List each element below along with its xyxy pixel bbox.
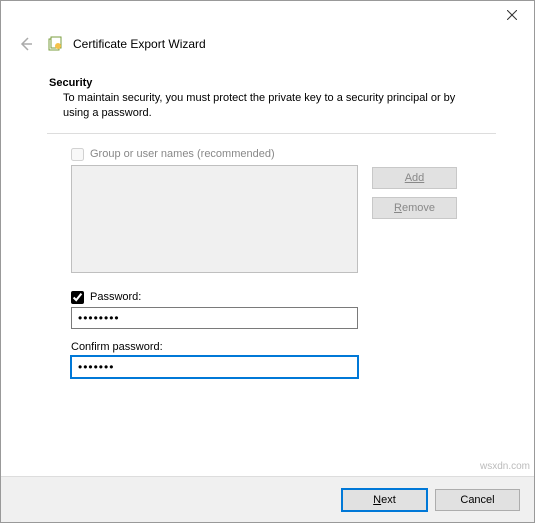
next-button[interactable]: Next — [342, 489, 427, 511]
wizard-title: Certificate Export Wizard — [73, 37, 206, 51]
group-names-checkbox[interactable] — [71, 148, 84, 161]
section-description: To maintain security, you must protect t… — [49, 91, 494, 121]
confirm-password-input[interactable] — [71, 356, 358, 378]
divider — [47, 133, 496, 134]
password-label: Password: — [90, 291, 141, 303]
password-input[interactable] — [71, 307, 358, 329]
remove-button: Remove — [372, 197, 457, 219]
confirm-password-label: Confirm password: — [71, 341, 494, 353]
password-checkbox[interactable] — [71, 291, 84, 304]
section-heading: Security — [49, 77, 494, 89]
close-button[interactable] — [489, 1, 534, 29]
back-arrow-icon — [17, 35, 35, 53]
watermark: wsxdn.com — [480, 461, 530, 472]
cancel-button[interactable]: Cancel — [435, 489, 520, 511]
group-names-label: Group or user names (recommended) — [90, 148, 275, 160]
close-icon — [507, 10, 517, 20]
group-names-list — [71, 165, 358, 273]
add-button: Add — [372, 167, 457, 189]
wizard-icon — [47, 36, 63, 52]
back-button[interactable] — [15, 33, 37, 55]
